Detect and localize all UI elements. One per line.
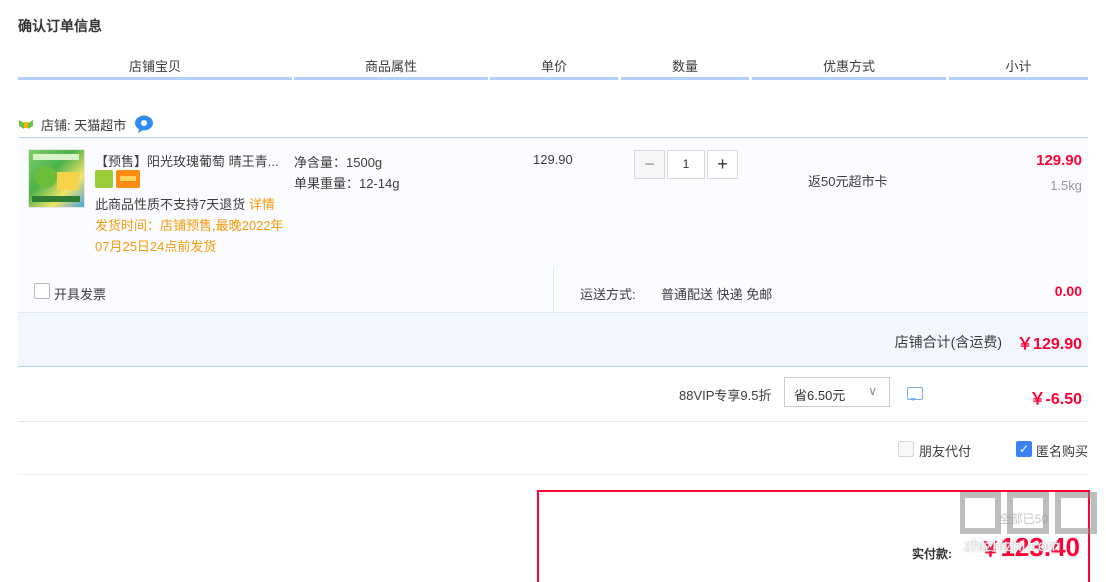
quantity-input[interactable]: 1 xyxy=(667,150,705,179)
friend-pay-checkbox[interactable] xyxy=(898,441,914,457)
vip-discount-value: ￥-6.50 xyxy=(1029,391,1082,408)
chat-icon[interactable] xyxy=(134,115,154,133)
shop-icon xyxy=(19,120,33,129)
payment-options-row: 朋友代付 ✓ 匿名购买 xyxy=(18,422,1088,475)
quantity-stepper: − 1 + xyxy=(634,150,738,179)
friend-pay-label[interactable]: 朋友代付 xyxy=(919,441,971,460)
shop-row: 店铺: 天猫超市 xyxy=(18,114,154,134)
invoice-label[interactable]: 开具发票 xyxy=(54,284,106,303)
shipping-note: 发货时间：店铺预售,最晚2022年07月25日24点前发货 xyxy=(95,218,284,254)
message-icon[interactable] xyxy=(907,387,923,401)
order-item: 【预售】阳光玫瑰葡萄 晴王青... 此商品性质不支持7天退货 详情 发货时间：店… xyxy=(18,137,1088,267)
page-title: 确认订单信息 xyxy=(18,18,102,34)
table-header: 店铺宝贝 商品属性 单价 数量 优惠方式 小计 xyxy=(18,56,1088,80)
product-title[interactable]: 【预售】阳光玫瑰葡萄 晴王青... xyxy=(95,151,285,170)
guarantee-badge-icon[interactable] xyxy=(95,170,113,188)
column-header-quantity: 数量 xyxy=(621,56,749,80)
vip-discount-row: 88VIP专享9.5折 省6.50元 ∨ ￥-6.50 xyxy=(18,368,1088,422)
details-link[interactable]: 详情 xyxy=(249,197,275,212)
product-thumbnail[interactable] xyxy=(28,149,85,208)
vip-discount-select[interactable]: 省6.50元 ∨ xyxy=(784,377,890,407)
invoice-checkbox[interactable] xyxy=(34,283,50,299)
column-header-discount: 优惠方式 xyxy=(752,56,946,80)
shop-total-row: 店铺合计(含运费) ￥129.90 xyxy=(18,313,1088,367)
no-return-notice: 此商品性质不支持7天退货 详情 xyxy=(95,194,275,213)
vip-discount-selected: 省6.50元 xyxy=(794,388,846,403)
chevron-down-icon: ∨ xyxy=(868,384,877,398)
shop-total-label: 店铺合计(含运费) xyxy=(894,334,1002,350)
delivery-fee: 0.00 xyxy=(1054,283,1082,299)
column-header-props: 商品属性 xyxy=(294,56,488,80)
watermark-logo-icon xyxy=(960,492,1097,534)
increase-button[interactable]: + xyxy=(707,150,738,179)
no-return-text: 此商品性质不支持7天退货 xyxy=(95,197,246,212)
anonymous-checkbox[interactable]: ✓ xyxy=(1016,441,1032,457)
delivery-method: 普通配送 快递 免邮 xyxy=(661,287,773,302)
delivery-label: 运送方式: xyxy=(580,287,636,302)
anonymous-label[interactable]: 匿名购买 xyxy=(1036,441,1088,460)
divider xyxy=(553,266,554,312)
promotion-text: 返50元超市卡 xyxy=(808,174,888,189)
vip-discount-label: 88VIP专享9.5折 xyxy=(679,388,772,403)
column-header-price: 单价 xyxy=(490,56,618,80)
payment-label: 实付款: xyxy=(912,547,952,561)
watermark-text: zhizhizhi.com xyxy=(964,538,1061,555)
unit-price: 129.90 xyxy=(533,152,573,167)
shop-name[interactable]: 店铺: 天猫超市 xyxy=(41,115,126,134)
column-header-item: 店铺宝贝 xyxy=(18,56,292,80)
column-header-subtotal: 小计 xyxy=(949,56,1088,80)
decrease-button[interactable]: − xyxy=(634,150,665,179)
invoice-delivery-row: 开具发票 运送方式: 普通配送 快递 免邮 0.00 xyxy=(18,266,1088,313)
product-property: 单果重量：12-14g xyxy=(294,176,400,191)
shop-total-value: ￥129.90 xyxy=(1017,336,1082,353)
item-weight: 1.5kg xyxy=(1050,178,1082,193)
item-subtotal: 129.90 xyxy=(1036,152,1082,169)
card-badge-icon[interactable] xyxy=(116,170,140,188)
product-property: 净含量：1500g xyxy=(294,155,383,170)
